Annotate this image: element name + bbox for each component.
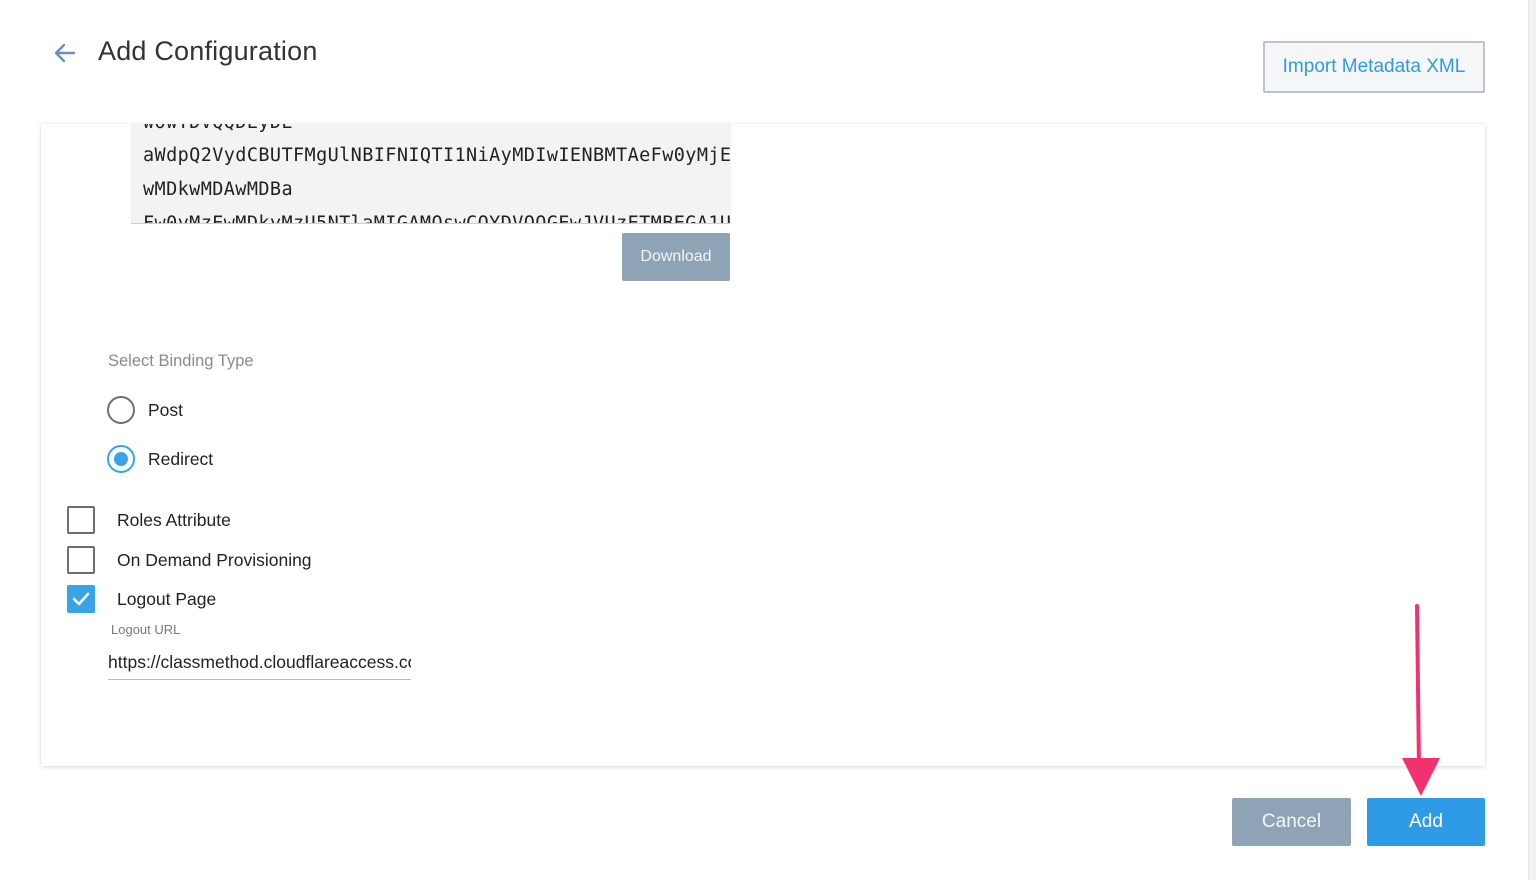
checkbox-checked[interactable]	[67, 585, 95, 613]
radio-label: Redirect	[148, 448, 214, 469]
certificate-line: Fw0yMzEwMDkyMzU5NTlaMIGAMQswCQYDVQQGEwJV…	[143, 213, 731, 224]
binding-type-label: Select Binding Type	[108, 352, 254, 370]
certificate-textbox[interactable]: wOwYDVQQDEyDE aWdpQ2VydCBUTFMgUlNBIFNIQT…	[131, 124, 731, 224]
radio-label: Post	[148, 399, 184, 420]
checkmark-icon	[72, 592, 90, 606]
back-arrow-icon[interactable]	[52, 40, 78, 66]
checkbox-label: Logout Page	[117, 588, 217, 609]
logout-url-input[interactable]	[108, 646, 411, 680]
radio-button[interactable]	[107, 396, 135, 424]
checkbox-label: On Demand Provisioning	[117, 549, 312, 570]
page-title: Add Configuration	[98, 36, 318, 66]
checkbox-label: Roles Attribute	[117, 509, 231, 530]
checkbox-roles-attribute[interactable]: Roles Attribute	[67, 506, 231, 534]
certificate-line: wMDkwMDAwMDBa	[143, 179, 293, 200]
import-metadata-xml-button[interactable]: Import Metadata XML	[1263, 41, 1485, 93]
download-button[interactable]: Download	[622, 233, 730, 281]
certificate-line: aWdpQ2VydCBUTFMgUlNBIFNIQTI1NiAyMDIwIENB…	[143, 145, 731, 166]
configuration-card: wOwYDVQQDEyDE aWdpQ2VydCBUTFMgUlNBIFNIQT…	[41, 124, 1485, 766]
logout-url-label: Logout URL	[111, 622, 181, 637]
annotation-arrow-icon	[1402, 604, 1440, 796]
radio-option-redirect[interactable]: Redirect	[107, 445, 213, 473]
page-scrollbar[interactable]	[1528, 0, 1536, 880]
radio-option-post[interactable]: Post	[107, 396, 183, 424]
checkbox[interactable]	[67, 546, 95, 574]
certificate-line: wOwYDVQQDEyDE	[143, 124, 293, 133]
checkbox[interactable]	[67, 506, 95, 534]
add-button[interactable]: Add	[1367, 798, 1485, 846]
cancel-button[interactable]: Cancel	[1232, 798, 1351, 846]
radio-button-selected[interactable]	[107, 445, 135, 473]
checkbox-on-demand-provisioning[interactable]: On Demand Provisioning	[67, 546, 312, 574]
checkbox-logout-page[interactable]: Logout Page	[67, 585, 216, 613]
